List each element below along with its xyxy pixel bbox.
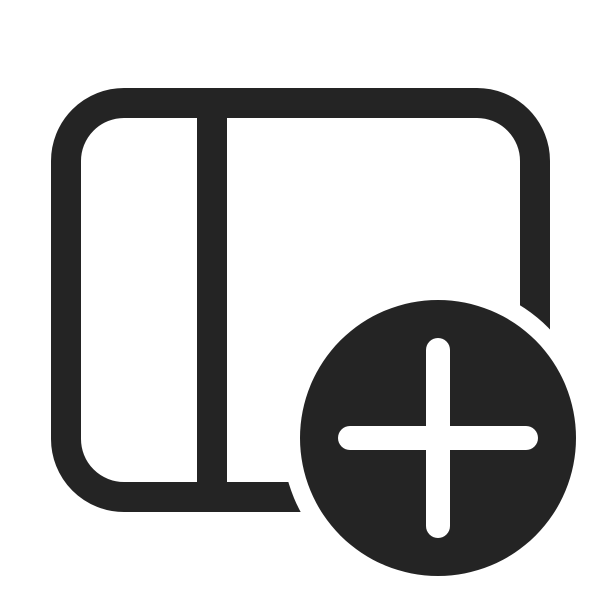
add-badge bbox=[300, 300, 576, 576]
icon-canvas bbox=[0, 0, 600, 600]
sidebar-panel-add-icon bbox=[51, 88, 576, 576]
sidebar-divider-icon bbox=[197, 110, 227, 490]
